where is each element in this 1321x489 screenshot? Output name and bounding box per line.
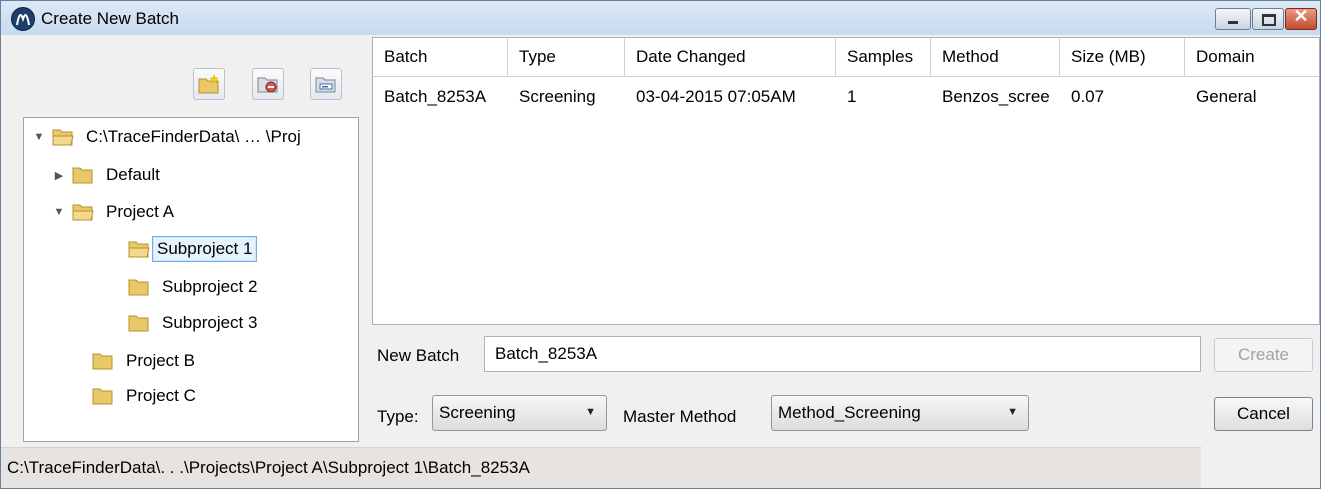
open-folder-icon: [128, 241, 150, 258]
table-cell: Screening: [519, 87, 596, 106]
minimize-button[interactable]: [1215, 8, 1251, 30]
close-icon: ✕: [1293, 6, 1309, 26]
table-row[interactable]: Batch_8253A Screening 03-04-2015 07:05AM…: [373, 77, 1319, 117]
master-method-select-value: Method_Screening: [778, 403, 921, 422]
chevron-down-icon: ▼: [1007, 406, 1018, 418]
minimize-icon: [1228, 21, 1238, 24]
expand-arrow-icon[interactable]: ▼: [32, 131, 46, 143]
delete-folder-button[interactable]: [252, 68, 284, 100]
maximize-button[interactable]: [1252, 8, 1284, 30]
folder-icon: [72, 167, 93, 184]
title-bar[interactable]: Create New Batch ✕: [1, 1, 1320, 35]
project-tree[interactable]: ▼ C:\TraceFinderData\ … \Proj ▶ Default …: [23, 117, 359, 442]
tree-item-label: Subproject 3: [162, 313, 258, 332]
type-select[interactable]: Screening ▼: [432, 395, 607, 431]
column-header-size[interactable]: Size (MB): [1060, 38, 1185, 76]
tree-item-label: Subproject 1: [152, 236, 258, 262]
table-cell: 03-04-2015 07:05AM: [636, 87, 796, 106]
app-logo-icon: [11, 7, 35, 31]
tree-item-label: Project B: [126, 351, 195, 370]
folder-icon: [92, 388, 113, 405]
new-batch-input[interactable]: Batch_8253A: [484, 336, 1201, 372]
tree-item-label: Subproject 2: [162, 277, 258, 296]
rename-folder-icon: [315, 77, 336, 93]
tree-item-project-c[interactable]: Project C: [92, 381, 200, 411]
master-method-select[interactable]: Method_Screening ▼: [771, 395, 1029, 431]
column-header-domain[interactable]: Domain: [1185, 38, 1319, 76]
folder-icon: [92, 353, 113, 370]
column-header-type[interactable]: Type: [508, 38, 625, 76]
new-batch-label: New Batch: [377, 346, 460, 365]
tree-item-project-a[interactable]: ▼ Project A: [52, 197, 178, 227]
create-new-batch-window: Create New Batch ✕ ▼ C:\TraceFinderData\…: [0, 0, 1321, 489]
batch-table[interactable]: Batch Type Date Changed Samples Method S…: [372, 37, 1320, 325]
column-header-date-changed[interactable]: Date Changed: [625, 38, 836, 76]
delete-folder-icon: [257, 77, 278, 93]
cancel-button[interactable]: Cancel: [1214, 397, 1313, 431]
table-cell: General: [1196, 87, 1257, 106]
status-path: C:\TraceFinderData\. . .\Projects\Projec…: [7, 458, 530, 477]
status-bar: C:\TraceFinderData\. . .\Projects\Projec…: [1, 447, 1201, 488]
tree-root-label: C:\TraceFinderData\ … \Proj: [86, 127, 301, 146]
tree-item-subproject-1[interactable]: Subproject 1: [128, 234, 258, 264]
tree-item-subproject-3[interactable]: Subproject 3: [128, 308, 261, 338]
tree-item-project-b[interactable]: Project B: [92, 346, 199, 376]
tree-item-label: Project C: [126, 386, 196, 405]
table-cell: 0.07: [1071, 87, 1105, 106]
column-header-samples[interactable]: Samples: [836, 38, 931, 76]
project-pane: ▼ C:\TraceFinderData\ … \Proj ▶ Default …: [1, 36, 370, 446]
open-folder-icon: [72, 204, 94, 221]
tree-item-label: Project A: [106, 202, 175, 221]
tree-item-label: Default: [106, 165, 160, 184]
create-button[interactable]: Create: [1214, 338, 1313, 372]
column-header-method[interactable]: Method: [931, 38, 1060, 76]
folder-icon: [128, 315, 149, 332]
tree-item-default[interactable]: ▶ Default: [52, 160, 164, 190]
tree-root[interactable]: ▼ C:\TraceFinderData\ … \Proj: [32, 122, 305, 152]
window-title: Create New Batch: [41, 9, 179, 28]
expand-arrow-icon[interactable]: ▼: [52, 206, 66, 218]
type-label: Type:: [377, 407, 419, 426]
table-header: Batch Type Date Changed Samples Method S…: [373, 38, 1319, 77]
master-method-label: Master Method: [623, 407, 737, 426]
collapse-arrow-icon[interactable]: ▶: [52, 169, 66, 182]
new-folder-icon: [198, 74, 219, 94]
chevron-down-icon: ▼: [585, 406, 596, 418]
table-cell: 1: [847, 87, 857, 106]
table-cell: Batch_8253A: [384, 87, 487, 106]
tree-item-subproject-2[interactable]: Subproject 2: [128, 272, 261, 302]
type-select-value: Screening: [439, 403, 516, 422]
new-folder-button[interactable]: [193, 68, 225, 100]
folder-icon: [128, 279, 149, 296]
open-folder-icon: [52, 129, 74, 146]
close-button[interactable]: ✕: [1285, 6, 1317, 30]
table-cell: Benzos_scree: [942, 87, 1050, 106]
column-header-batch[interactable]: Batch: [373, 38, 508, 76]
rename-folder-button[interactable]: [310, 68, 342, 100]
maximize-icon: [1262, 14, 1276, 26]
